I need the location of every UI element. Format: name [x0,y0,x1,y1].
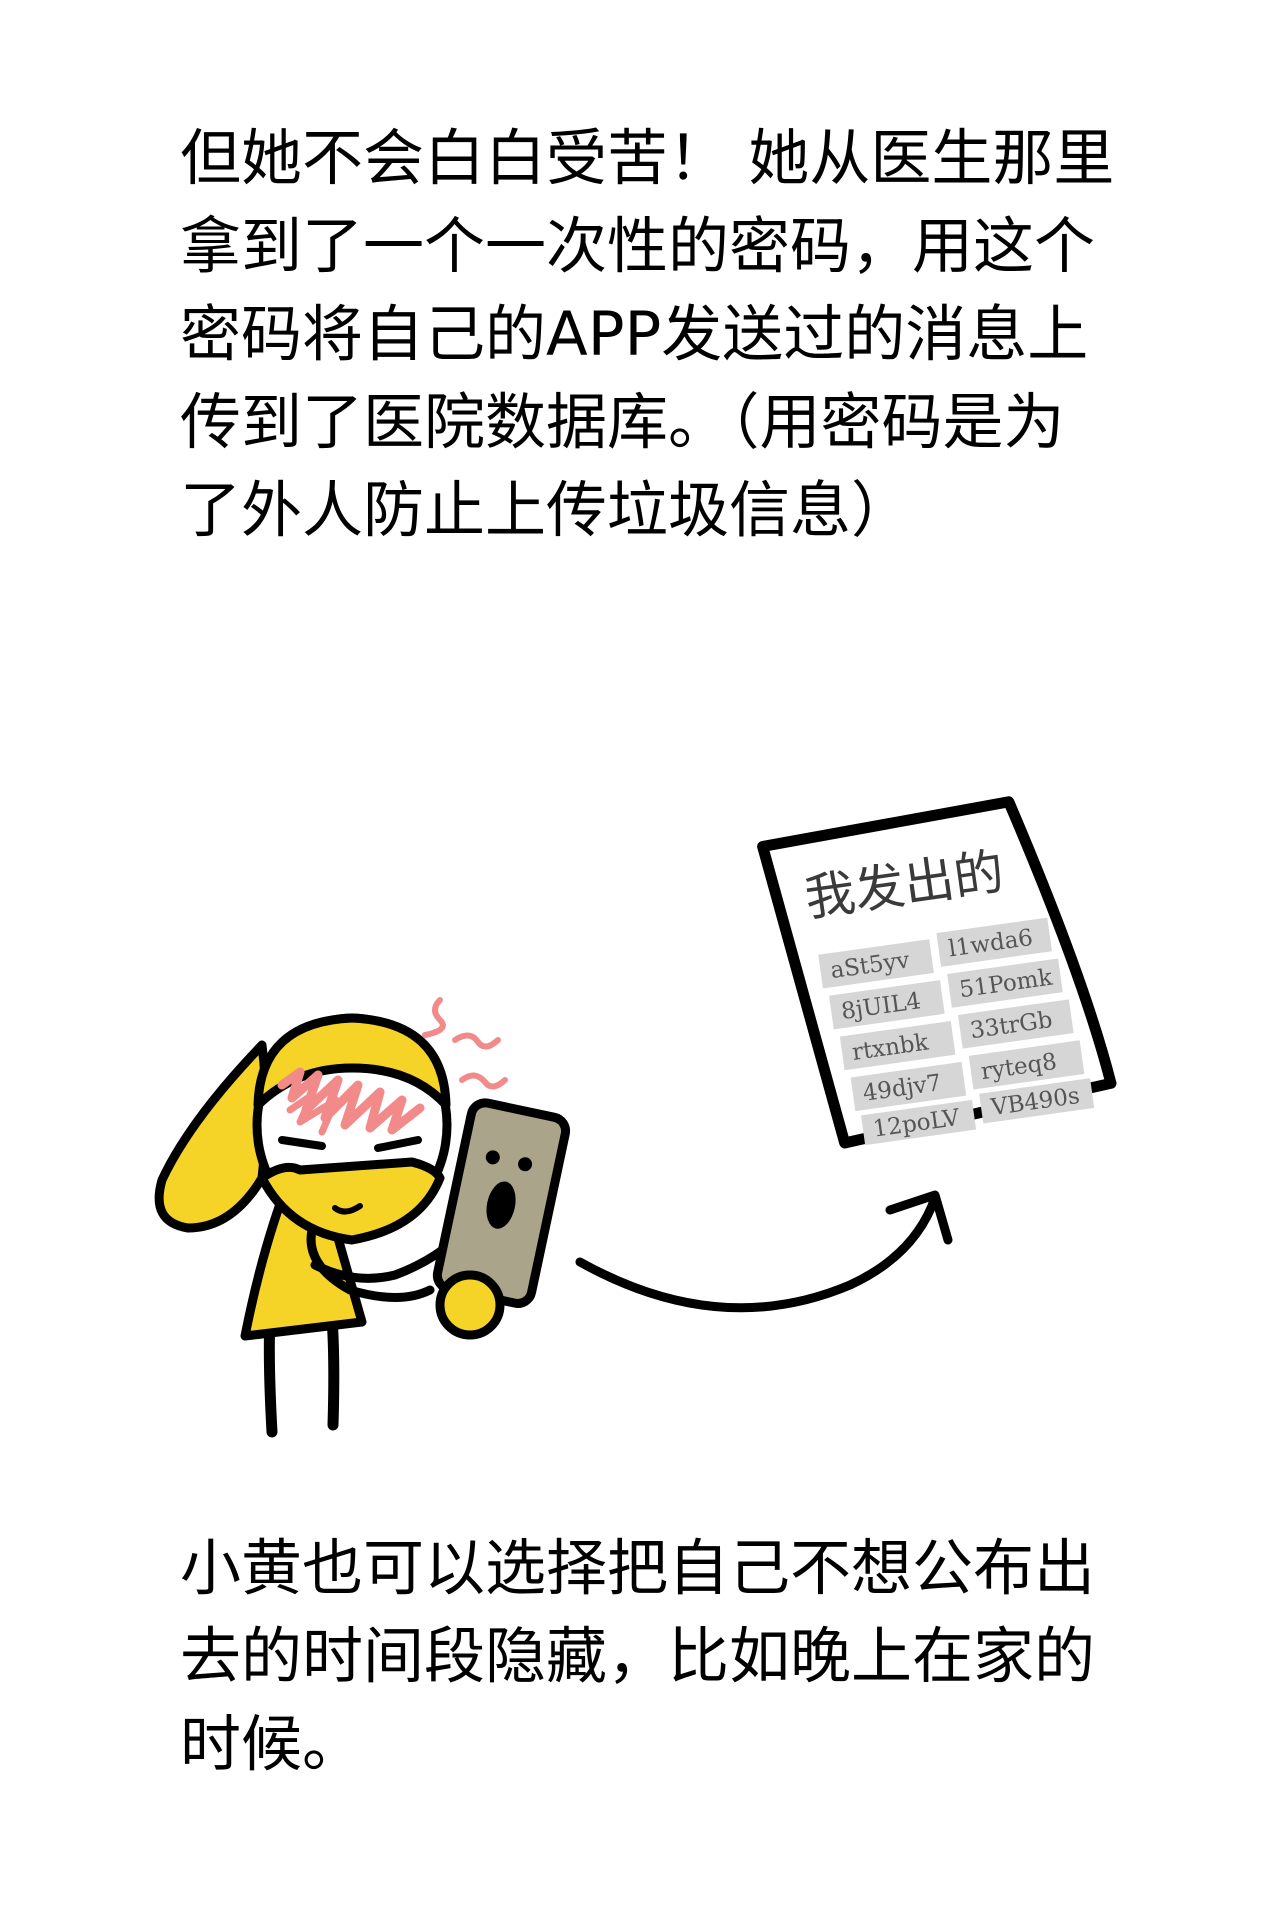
document-icon: 我发出的 aSt5yv 8jUIL4 rtxnbk 49djv7 12poLV … [757,796,1117,1149]
illustration: 我发出的 aSt5yv 8jUIL4 rtxnbk 49djv7 12poLV … [154,796,1117,1438]
caption-top: 但她不会白白受苦！ 她从医生那里拿到了一个一次性的密码，用这个密码将自己的APP… [180,123,1115,546]
comic-page: 但她不会白白受苦！ 她从医生那里拿到了一个一次性的密码，用这个密码将自己的APP… [0,0,1280,1920]
right-leg [326,1312,340,1431]
curved-arrow-icon [575,1190,953,1313]
left-ear [154,1040,271,1233]
caption-bottom: 小黄也可以选择把自己不想公布出去的时间段隐藏，比如晚上在家的时候。 [180,1533,1096,1780]
hand [435,1270,505,1340]
fever-wave-1 [422,997,446,1038]
fever-wave-3 [459,1072,508,1090]
fever-wave-2 [452,1032,501,1050]
character [154,997,571,1438]
